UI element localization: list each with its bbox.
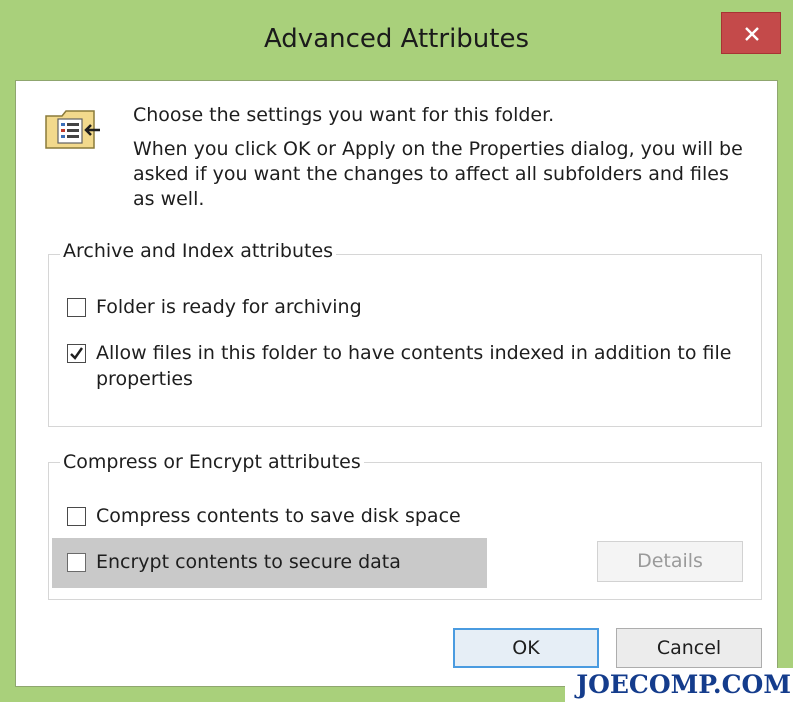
close-x-icon (745, 27, 759, 41)
compress-encrypt-group-title: Compress or Encrypt attributes (60, 451, 364, 473)
checkmark-icon (70, 347, 83, 360)
encrypt-checkbox-row[interactable]: Encrypt contents to secure data (65, 549, 485, 577)
archive-index-group-title: Archive and Index attributes (60, 240, 337, 262)
window-title: Advanced Attributes (263, 24, 530, 54)
index-checkbox[interactable] (67, 344, 86, 363)
compress-checkbox[interactable] (67, 507, 86, 526)
dialog-body: Choose the settings you want for this fo… (15, 80, 778, 687)
archive-checkbox-row[interactable]: Folder is ready for archiving (65, 294, 745, 322)
intro-text: Choose the settings you want for this fo… (133, 103, 753, 221)
archive-checkbox[interactable] (67, 298, 86, 317)
folder-properties-icon (45, 110, 100, 149)
watermark-logo: JOECOMP.COM (565, 668, 793, 702)
index-checkbox-row[interactable]: Allow files in this folder to have conte… (65, 340, 745, 394)
ok-button[interactable]: OK (453, 628, 599, 668)
encrypt-checkbox[interactable] (67, 553, 86, 572)
cancel-button[interactable]: Cancel (616, 628, 762, 668)
intro-line-1: Choose the settings you want for this fo… (133, 104, 555, 126)
compress-checkbox-label: Compress contents to save disk space (96, 505, 461, 527)
intro-line-2: When you click OK or Apply on the Proper… (133, 138, 743, 210)
encrypt-checkbox-label: Encrypt contents to secure data (96, 551, 401, 573)
title-bar[interactable]: Advanced Attributes (0, 0, 793, 80)
close-button[interactable] (721, 12, 781, 54)
details-button[interactable]: Details (597, 541, 743, 582)
index-checkbox-label: Allow files in this folder to have conte… (96, 342, 732, 390)
compress-checkbox-row[interactable]: Compress contents to save disk space (65, 503, 495, 531)
archive-checkbox-label: Folder is ready for archiving (96, 296, 362, 318)
